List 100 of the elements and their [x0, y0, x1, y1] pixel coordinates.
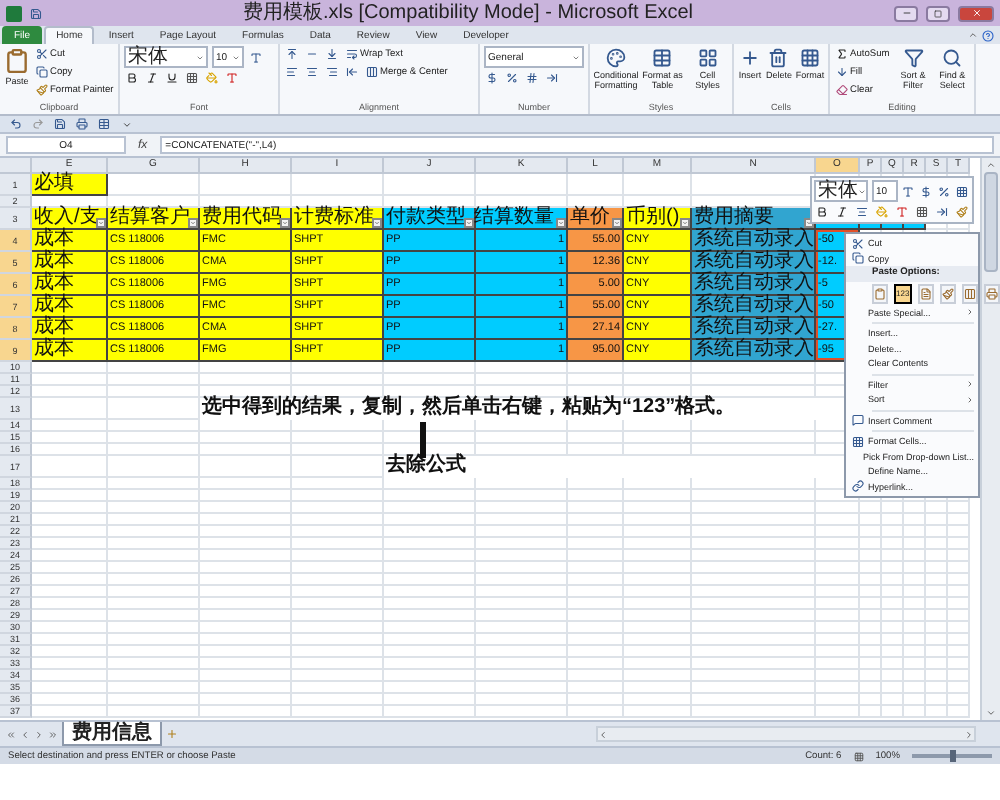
fill-color-button[interactable] — [874, 204, 890, 221]
print-button[interactable] — [74, 116, 90, 133]
slider-thumb[interactable] — [950, 750, 956, 763]
collapse-icon — [968, 30, 978, 40]
fill-color-button[interactable] — [204, 70, 220, 86]
next-sheet-icon — [34, 729, 44, 740]
bold-icon — [816, 206, 828, 219]
font-size-icon — [250, 51, 262, 63]
wrap-text-icon — [346, 48, 358, 60]
paste-icon — [963, 287, 976, 300]
borders-button[interactable] — [184, 70, 200, 86]
filter-button[interactable] — [188, 218, 198, 229]
save-icon — [54, 118, 66, 131]
undo-button[interactable] — [8, 116, 24, 133]
font-name-field[interactable]: 宋体 — [814, 180, 868, 203]
editing-icon — [903, 48, 924, 68]
top-align-button[interactable] — [284, 46, 300, 62]
eraser-icon — [836, 84, 848, 96]
middle-align-icon — [306, 48, 318, 60]
cell-text: 系统自动录入 — [694, 318, 814, 339]
align-center-button[interactable] — [854, 204, 870, 221]
filter-button[interactable] — [96, 218, 106, 229]
grid-icon — [851, 435, 863, 448]
filter-button[interactable] — [372, 218, 382, 229]
cell-text: 费用摘要 — [694, 208, 774, 229]
font-size-icon — [902, 185, 915, 198]
cell-text: 系统自动录入 — [694, 340, 814, 361]
maximize-icon — [934, 9, 942, 17]
currency-button[interactable] — [484, 70, 500, 86]
paste-option-button[interactable] — [917, 283, 934, 304]
bold-button[interactable] — [814, 204, 830, 221]
table-icon — [98, 118, 110, 131]
decrease-indent-button[interactable] — [344, 64, 360, 80]
dollar-icon — [920, 185, 933, 198]
increase-decimal-button[interactable] — [544, 70, 560, 86]
number-icon — [526, 72, 538, 84]
filter-button[interactable] — [280, 218, 290, 229]
cell-text: 成本 — [34, 340, 74, 361]
align-center-button[interactable] — [304, 64, 320, 80]
decimal-button[interactable] — [934, 204, 950, 221]
sheet-tab[interactable]: 费用信息 — [62, 722, 162, 747]
style-icon — [652, 48, 673, 68]
align-right-button[interactable] — [324, 64, 340, 80]
currency-button[interactable] — [919, 183, 934, 200]
borders-icon — [186, 72, 198, 84]
format-painter-button[interactable] — [954, 204, 970, 221]
scissors-icon — [36, 48, 48, 60]
clipboard-icon — [4, 48, 30, 74]
scrollbar-thumb[interactable] — [984, 172, 998, 273]
grow-font-button[interactable] — [901, 183, 916, 200]
cell-text: 币别() — [626, 208, 680, 229]
close-button[interactable] — [958, 5, 994, 21]
align-center-icon — [306, 66, 318, 78]
filter-button[interactable] — [556, 218, 566, 229]
top-align-icon — [286, 48, 298, 60]
editing-icon — [942, 48, 963, 68]
font-color-icon — [896, 206, 908, 219]
cell-text: 必填 — [34, 174, 74, 195]
font-color-button[interactable] — [224, 70, 240, 86]
align-left-button[interactable] — [284, 64, 300, 80]
minimize-button[interactable] — [894, 5, 918, 21]
bold-button[interactable] — [124, 70, 140, 86]
italic-icon — [836, 206, 848, 219]
paste-icon — [985, 287, 998, 300]
filter-button[interactable] — [464, 218, 474, 229]
italic-button[interactable] — [834, 204, 850, 221]
scroll-left-icon — [598, 729, 608, 740]
scrollbar[interactable] — [980, 158, 1000, 721]
paste-option-button[interactable] — [939, 283, 956, 304]
font-color-button[interactable] — [894, 204, 910, 221]
paint-bucket-icon — [206, 72, 218, 84]
save-button[interactable] — [52, 116, 68, 133]
filter-button[interactable] — [680, 218, 690, 229]
paste-option-button[interactable] — [961, 283, 978, 304]
zoom-slider[interactable] — [912, 754, 992, 759]
filter-button[interactable] — [612, 218, 622, 229]
cell-text: 收入/支 — [34, 208, 100, 229]
percent-button[interactable] — [504, 70, 520, 86]
minimize-icon — [901, 8, 911, 18]
scrollbar[interactable] — [596, 726, 976, 743]
grow-font-button[interactable] — [248, 49, 264, 65]
borders-button[interactable] — [914, 204, 930, 221]
maximize-button[interactable] — [926, 5, 950, 21]
save-icon — [30, 7, 42, 19]
grid-icon — [956, 185, 969, 198]
font-name-field[interactable]: 宋体 — [124, 46, 208, 68]
paste-option-button[interactable] — [872, 283, 888, 304]
italic-button[interactable] — [144, 70, 160, 86]
paste-icon — [919, 287, 932, 300]
align-left-icon — [286, 66, 298, 78]
percent-button[interactable] — [937, 183, 952, 200]
cell-text: 付款类型 — [386, 208, 466, 229]
merge-icon — [366, 66, 378, 78]
last-sheet-icon — [48, 729, 58, 740]
table-button[interactable] — [96, 116, 112, 133]
bottom-align-button[interactable] — [324, 46, 340, 62]
format-button[interactable] — [955, 183, 970, 200]
comma-button[interactable] — [524, 70, 540, 86]
underline-button[interactable] — [164, 70, 180, 86]
window-title: 费用模板.xls [Compatibility Mode] - Microsoft Excel — [240, 0, 696, 26]
